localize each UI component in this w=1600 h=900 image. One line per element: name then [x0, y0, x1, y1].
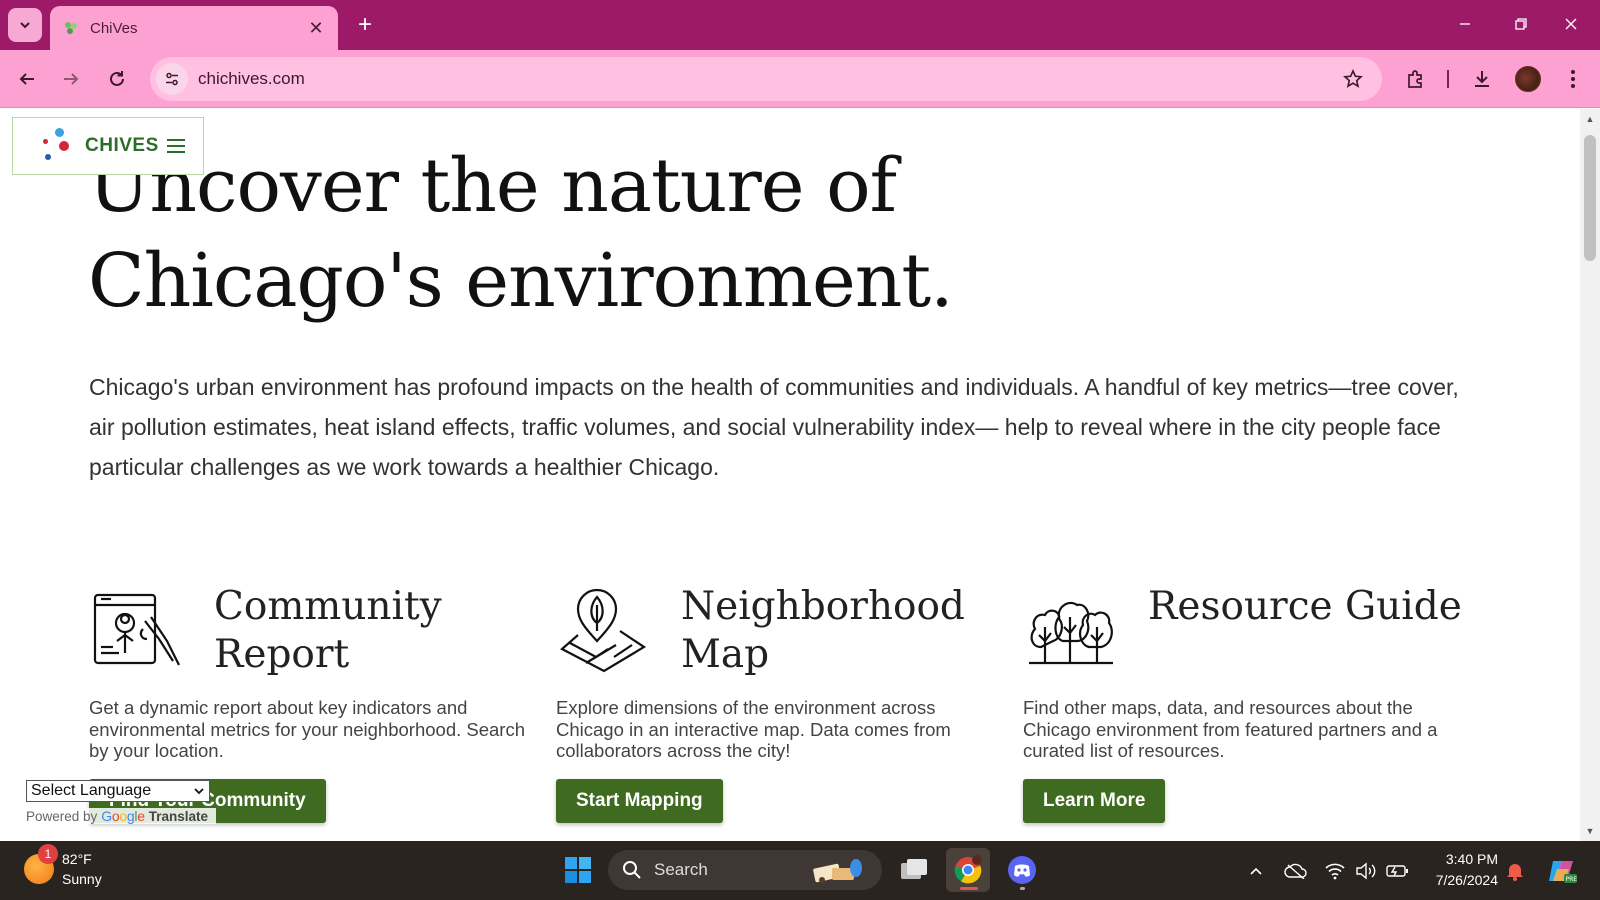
- start-mapping-button[interactable]: Start Mapping: [556, 779, 723, 823]
- wifi-icon[interactable]: [1322, 857, 1348, 885]
- powered-by-text: Powered by: [26, 808, 98, 824]
- weather-widget[interactable]: 1 82°F Sunny: [24, 844, 102, 889]
- task-view-icon[interactable]: [892, 848, 936, 892]
- tab-search-button[interactable]: [8, 8, 42, 42]
- back-arrow-icon: [19, 73, 34, 85]
- chives-favicon-icon: [62, 19, 80, 37]
- notification-badge: 1: [38, 844, 58, 864]
- extensions-icon[interactable]: [1398, 62, 1432, 96]
- forward-arrow-icon: [64, 73, 79, 85]
- temperature-text: 82°F: [62, 851, 92, 867]
- notification-bell-icon[interactable]: [1504, 857, 1526, 885]
- site-logo-menu[interactable]: CHIVES: [12, 117, 204, 175]
- map-pin-icon: [556, 583, 652, 679]
- hero-description: Chicago's urban environment has profound…: [89, 374, 1459, 480]
- back-button[interactable]: [10, 62, 44, 96]
- hero-title: Uncover the nature of Chicago's environm…: [88, 143, 954, 324]
- scroll-thumb[interactable]: [1584, 135, 1596, 261]
- active-app-indicator: [960, 887, 978, 890]
- search-icon: [623, 861, 641, 879]
- card-title: Neighborhood Map: [681, 584, 965, 677]
- hamburger-menu-icon[interactable]: [166, 139, 185, 153]
- chevron-down-icon: [20, 22, 30, 29]
- close-window-button[interactable]: [1548, 6, 1594, 42]
- site-info-icon[interactable]: [156, 63, 188, 95]
- reload-icon: [110, 71, 124, 86]
- clock-date: 7/26/2024: [1435, 872, 1498, 888]
- scroll-up-arrow-icon[interactable]: ▲: [1580, 111, 1600, 127]
- sun-icon: 1: [24, 844, 58, 884]
- card-description: Explore dimensions of the environment ac…: [556, 697, 951, 761]
- chevron-down-icon: [194, 788, 204, 795]
- reload-button[interactable]: [100, 62, 134, 96]
- translate-link[interactable]: Translate: [149, 809, 208, 824]
- powered-by-google: Powered by Google Translate: [26, 808, 216, 824]
- browser-toolbar: chichives.com: [0, 50, 1600, 108]
- volume-icon[interactable]: [1354, 857, 1378, 885]
- page-viewport: CHIVES Uncover the nature of Chicago's e…: [0, 109, 1580, 841]
- restore-button[interactable]: [1498, 6, 1544, 42]
- onedrive-icon[interactable]: [1282, 857, 1310, 885]
- language-select-label: Select Language: [31, 782, 152, 799]
- minimize-button[interactable]: [1442, 6, 1488, 42]
- learn-more-button[interactable]: Learn More: [1023, 779, 1166, 823]
- avatar: [1515, 66, 1541, 92]
- system-clock[interactable]: 3:40 PM 7/26/2024: [1424, 849, 1498, 891]
- card-description: Get a dynamic report about key indicator…: [89, 697, 526, 761]
- page-scrollbar[interactable]: ▲ ▼: [1580, 109, 1600, 841]
- discord-icon[interactable]: [1000, 848, 1044, 892]
- google-translate-widget: Select Language Powered by Google Transl…: [26, 770, 234, 840]
- windows-start-icon[interactable]: [556, 848, 600, 892]
- scroll-down-arrow-icon[interactable]: ▼: [1580, 823, 1600, 839]
- language-select[interactable]: Select Language: [26, 780, 210, 802]
- chrome-taskbar-icon[interactable]: [946, 848, 990, 892]
- taskbar-search[interactable]: Search: [608, 850, 882, 890]
- browser-tab[interactable]: ChiVes ✕: [50, 6, 338, 50]
- search-label: Search: [654, 860, 708, 879]
- forward-button[interactable]: [54, 62, 88, 96]
- battery-icon[interactable]: [1384, 857, 1410, 885]
- new-tab-button[interactable]: +: [350, 10, 380, 40]
- profile-avatar[interactable]: [1511, 62, 1545, 96]
- running-app-indicator: [1020, 887, 1025, 890]
- card-title: Resource Guide: [1148, 584, 1462, 629]
- card-title: Community Report: [214, 584, 442, 677]
- bookmark-star-icon[interactable]: [1336, 62, 1370, 96]
- logo-text: CHIVES: [85, 135, 159, 156]
- weather-condition-text: Sunny: [62, 871, 102, 887]
- search-highlight-illustration-icon: [813, 859, 862, 883]
- community-report-icon: [89, 583, 185, 679]
- card-description: Find other maps, data, and resources abo…: [1023, 697, 1438, 761]
- svg-text:PRE: PRE: [1566, 876, 1578, 883]
- show-hidden-icons-icon[interactable]: [1246, 857, 1266, 885]
- tab-strip: ChiVes ✕ +: [0, 0, 1600, 50]
- address-bar[interactable]: chichives.com: [150, 57, 1382, 101]
- tab-close-icon[interactable]: ✕: [306, 18, 326, 38]
- chives-logo-icon: [39, 126, 73, 166]
- clock-time: 3:40 PM: [1445, 851, 1498, 867]
- toolbar-separator: [1447, 70, 1449, 88]
- google-logo: Google: [101, 808, 145, 824]
- trees-icon: [1023, 583, 1119, 679]
- windows-taskbar: 1 82°F Sunny Search 3:40 PM 7/26/2024 PR…: [0, 841, 1600, 900]
- more-menu-icon[interactable]: [1556, 62, 1590, 96]
- url-text[interactable]: chichives.com: [198, 69, 1336, 89]
- download-icon[interactable]: [1465, 62, 1499, 96]
- copilot-icon[interactable]: PRE: [1546, 857, 1578, 885]
- tab-title: ChiVes: [90, 19, 138, 37]
